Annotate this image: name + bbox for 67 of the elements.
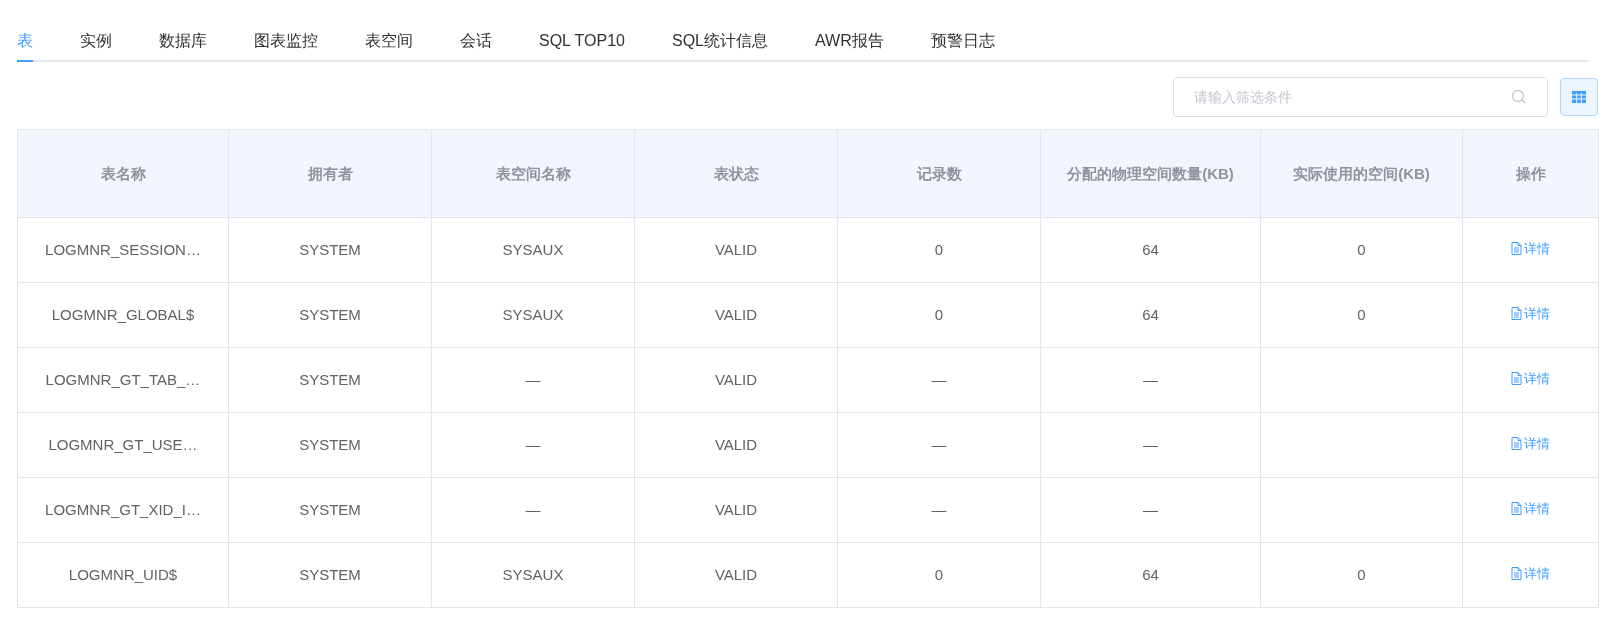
table-cell: SYSTEM (228, 282, 432, 348)
search-icon (1511, 89, 1527, 105)
table-cell: — (837, 412, 1041, 478)
document-icon (1511, 567, 1522, 580)
column-header: 拥有者 (228, 129, 432, 218)
tab[interactable]: SQL统计信息 (672, 22, 768, 62)
table-cell: 64 (1040, 282, 1261, 348)
table-cell: SYSAUX (431, 282, 635, 348)
document-icon (1511, 242, 1522, 255)
table-cell: LOGMNR_UID$ (17, 542, 229, 608)
column-header: 表空间名称 (431, 129, 635, 218)
table-cell: LOGMNR_GLOBAL$ (17, 282, 229, 348)
table-cell: — (837, 347, 1041, 413)
table-cell: LOGMNR_GT_XID_I… (17, 477, 229, 543)
table-cell: 64 (1040, 542, 1261, 608)
document-icon (1511, 502, 1522, 515)
table-cell: 64 (1040, 217, 1261, 283)
tab[interactable]: 表空间 (365, 22, 413, 62)
tab[interactable]: 会话 (460, 22, 492, 62)
table-cell: VALID (634, 477, 838, 543)
table-cell: 0 (1260, 217, 1463, 283)
table-cell: LOGMNR_GT_TAB_… (17, 347, 229, 413)
table-cell: — (1040, 412, 1261, 478)
table-cell: — (837, 477, 1041, 543)
table-cell: SYSTEM (228, 542, 432, 608)
table-cell: VALID (634, 412, 838, 478)
table-cell: — (431, 347, 635, 413)
table-cell: VALID (634, 282, 838, 348)
table-cell: SYSAUX (431, 542, 635, 608)
table-cell: SYSAUX (431, 217, 635, 283)
table-cell: VALID (634, 217, 838, 283)
document-icon (1511, 372, 1522, 385)
table-view-button[interactable] (1560, 78, 1598, 116)
grid-icon (1572, 91, 1586, 103)
table-cell: 0 (837, 542, 1041, 608)
column-header: 分配的物理空间数量(KB) (1040, 129, 1261, 218)
table-cell: — (1040, 477, 1261, 543)
tab[interactable]: 实例 (80, 22, 112, 62)
column-header: 表状态 (634, 129, 838, 218)
table-cell: SYSTEM (228, 477, 432, 543)
document-icon (1511, 437, 1522, 450)
tab[interactable]: AWR报告 (815, 22, 884, 62)
table-cell: — (431, 412, 635, 478)
column-header: 操作 (1462, 129, 1599, 218)
document-icon (1511, 307, 1522, 320)
table-cell: LOGMNR_GT_USE… (17, 412, 229, 478)
table-cell: VALID (634, 347, 838, 413)
search-field[interactable]: 请输入筛选条件 (1173, 77, 1548, 117)
table-cell: — (1040, 347, 1261, 413)
table-cell: LOGMNR_SESSION… (17, 217, 229, 283)
column-header: 实际使用的空间(KB) (1260, 129, 1463, 218)
table-cell: — (431, 477, 635, 543)
tab[interactable]: 数据库 (159, 22, 207, 62)
column-header: 表名称 (17, 129, 229, 218)
table-cell: 0 (837, 282, 1041, 348)
tab[interactable]: 预警日志 (930, 22, 995, 62)
table-cell: 0 (837, 217, 1041, 283)
table-cell: 0 (1260, 542, 1463, 608)
table-cell: VALID (634, 542, 838, 608)
tab[interactable]: SQL TOP10 (539, 22, 625, 62)
tab[interactable]: 图表监控 (254, 22, 318, 62)
table-cell: SYSTEM (228, 217, 432, 283)
column-header: 记录数 (837, 129, 1041, 218)
search-input[interactable]: 请输入筛选条件 (1194, 86, 1511, 108)
table-cell: SYSTEM (228, 412, 432, 478)
table-cell: SYSTEM (228, 347, 432, 413)
table-cell: 0 (1260, 282, 1463, 348)
